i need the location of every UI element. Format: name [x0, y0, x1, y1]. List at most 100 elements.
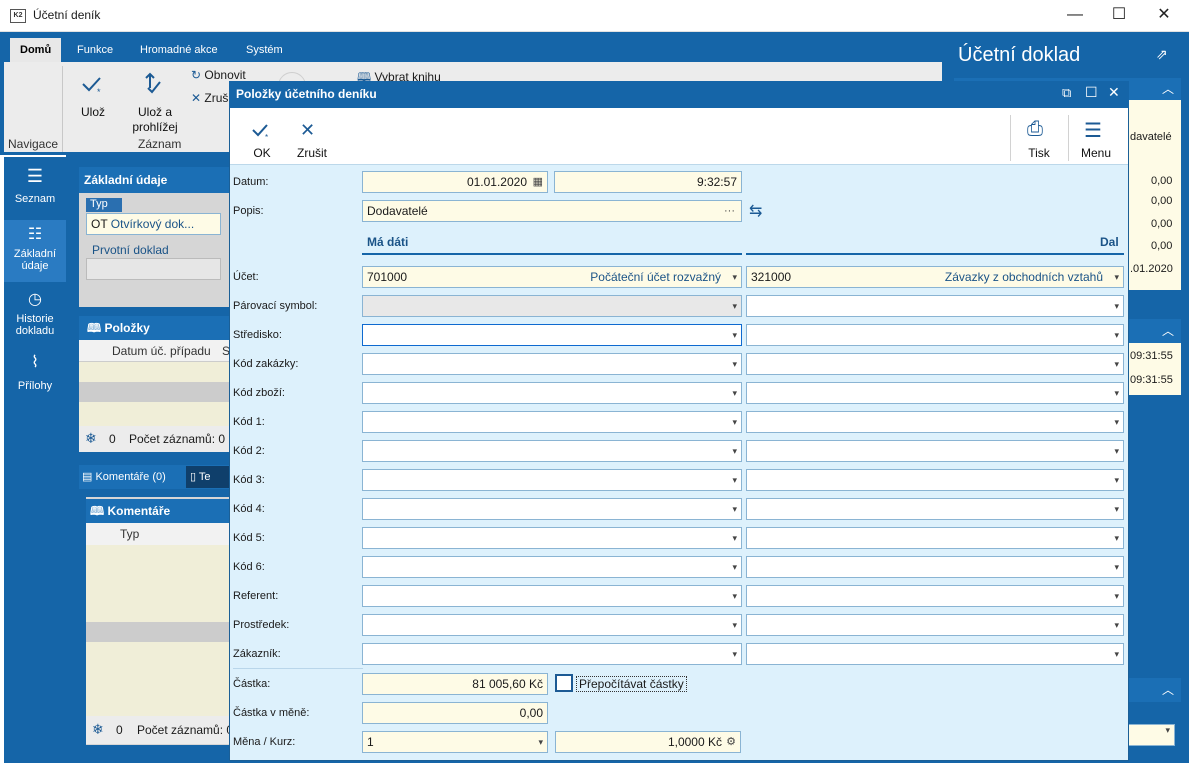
dal-referent-field[interactable]: ▾	[746, 585, 1124, 607]
gear-icon[interactable]: ⚙	[726, 732, 736, 752]
date-field[interactable]: 01.01.2020 ▦	[362, 171, 548, 193]
minimize-button[interactable]: —	[1052, 0, 1098, 32]
right-select[interactable]: ▾	[1128, 724, 1175, 746]
table-row[interactable]	[86, 622, 229, 642]
chevron-up-icon[interactable]: ︿	[1162, 322, 1174, 339]
tab-functions[interactable]: Funkce	[67, 38, 123, 62]
amount-cur-field[interactable]: 0,00	[362, 702, 548, 724]
chevron-down-icon: ▾	[1114, 591, 1119, 601]
type-field[interactable]: OT Otvírkový dok...	[86, 213, 221, 235]
table-row[interactable]	[79, 382, 229, 402]
chevron-down-icon: ▾	[1114, 475, 1119, 485]
dal-order-field[interactable]: ▾	[746, 353, 1124, 375]
dal-code4-field[interactable]: ▾	[746, 498, 1124, 520]
close-icon[interactable]: ✕	[1108, 84, 1120, 101]
amount-field[interactable]: 81 005,60 Kč	[362, 673, 548, 695]
maximize-button[interactable]: ☐	[1096, 0, 1142, 32]
table-row[interactable]	[86, 642, 229, 716]
chevron-down-icon: ▾	[732, 620, 737, 630]
goods-label: Kód zboží:	[233, 387, 285, 399]
dal-customer-field[interactable]: ▾	[746, 643, 1124, 665]
desc-field[interactable]: Dodavatelé ···	[362, 200, 742, 222]
chevron-up-icon[interactable]: ︿	[1162, 80, 1174, 97]
tab-system[interactable]: Systém	[236, 38, 293, 62]
tab-home[interactable]: Domů	[10, 38, 62, 62]
primary-doc-field[interactable]	[86, 258, 221, 280]
nav-item-history[interactable]: ◷ Historie dokladu	[4, 287, 66, 345]
cancel-label[interactable]: Zrušit	[294, 146, 330, 160]
chevron-up-icon[interactable]: ︿	[1162, 681, 1174, 698]
save-view-button[interactable]	[140, 70, 170, 101]
md-code3-field[interactable]: ▾	[362, 469, 742, 491]
md-code4-field[interactable]: ▾	[362, 498, 742, 520]
md-order-field[interactable]: ▾	[362, 353, 742, 375]
cancel-ribbon-button[interactable]: ✕ Zruš	[191, 91, 228, 105]
dal-code2-field[interactable]: ▾	[746, 440, 1124, 462]
hamburger-icon[interactable]: ☰	[1084, 118, 1102, 143]
nav-item-attachments[interactable]: ⌇ Přílohy	[4, 352, 66, 402]
cancel-icon[interactable]: ✕	[300, 120, 315, 141]
nav-item-list[interactable]: ☰ Seznam	[4, 162, 66, 218]
ok-button[interactable]: *	[249, 118, 277, 145]
menu-label[interactable]: Menu	[1077, 146, 1115, 160]
dal-center-field[interactable]: ▾	[746, 324, 1124, 346]
book-icon: 🕮	[87, 321, 102, 335]
printer-icon[interactable]: ⎙	[1027, 118, 1043, 141]
popout-icon[interactable]: ⇗	[1156, 46, 1168, 63]
more-icon[interactable]: ···	[724, 201, 735, 221]
text-tab[interactable]: ▯ Te	[186, 466, 229, 488]
dal-code5-field[interactable]: ▾	[746, 527, 1124, 549]
currency-field[interactable]: 1 ▾	[362, 731, 548, 753]
close-button[interactable]: ✕	[1141, 0, 1187, 32]
chevron-down-icon: ▾	[732, 504, 737, 514]
comments-tab[interactable]: ▤ Komentáře (0)	[82, 470, 166, 483]
table-row[interactable]	[79, 402, 229, 426]
md-code2-field[interactable]: ▾	[362, 440, 742, 462]
recalc-checkbox[interactable]	[555, 674, 573, 692]
dal-means-field[interactable]: ▾	[746, 614, 1124, 636]
table-row[interactable]	[86, 545, 229, 622]
maximize-icon[interactable]: ☐	[1085, 84, 1098, 101]
save-view-label-1: Ulož a	[137, 105, 172, 119]
chevron-down-icon: ▾	[732, 301, 737, 311]
md-goods-field[interactable]: ▾	[362, 382, 742, 404]
nav-list-label: Seznam	[14, 193, 56, 205]
restore-icon[interactable]: ⧉	[1062, 85, 1071, 101]
tab-bulk-actions[interactable]: Hromadné akce	[130, 38, 228, 62]
dal-goods-field[interactable]: ▾	[746, 382, 1124, 404]
md-code5-field[interactable]: ▾	[362, 527, 742, 549]
md-code1-field[interactable]: ▾	[362, 411, 742, 433]
comments-panel-header: 🕮 Komentáře	[86, 499, 229, 523]
time-field[interactable]: 9:32:57	[554, 171, 742, 193]
save-button[interactable]: *	[78, 70, 108, 101]
dal-code3-field[interactable]: ▾	[746, 469, 1124, 491]
dal-code6-field[interactable]: ▾	[746, 556, 1124, 578]
ok-label: OK	[253, 146, 271, 160]
md-customer-field[interactable]: ▾	[362, 643, 742, 665]
md-means-field[interactable]: ▾	[362, 614, 742, 636]
window-title: Účetní deník	[33, 8, 101, 22]
chevron-down-icon: ▾	[732, 330, 737, 340]
md-account-field[interactable]: 701000 Počáteční účet rozvažný ▾	[362, 266, 742, 288]
dal-code1-field[interactable]: ▾	[746, 411, 1124, 433]
md-referent-field[interactable]: ▾	[362, 585, 742, 607]
chevron-down-icon: ▾	[1114, 272, 1119, 282]
rate-field[interactable]: 1,0000 Kč ⚙	[555, 731, 741, 753]
print-label[interactable]: Tisk	[1024, 146, 1054, 160]
md-center-field[interactable]: ▾	[362, 324, 742, 346]
md-account-name: Počáteční účet rozvažný	[590, 270, 721, 284]
recalc-label[interactable]: Přepočítávat částky	[576, 676, 687, 692]
table-row[interactable]	[79, 362, 229, 382]
nav-item-basic[interactable]: ☷ Základní údaje	[4, 220, 66, 282]
transfer-icon[interactable]: ⇆	[749, 201, 762, 221]
md-code6-field[interactable]: ▾	[362, 556, 742, 578]
dal-account-field[interactable]: 321000 Závazky z obchodních vztahů ▾	[746, 266, 1124, 288]
text-tab-label: Te	[198, 471, 211, 483]
code3-label: Kód 3:	[233, 474, 265, 486]
form-divider	[233, 668, 363, 669]
chevron-down-icon: ▾	[1114, 330, 1119, 340]
time-value: 9:32:57	[696, 175, 737, 189]
refresh-button[interactable]: ↻ Obnovit	[191, 68, 246, 82]
items-col-date: Datum úč. případu	[112, 344, 211, 358]
dal-pair-field[interactable]: ▾	[746, 295, 1124, 317]
